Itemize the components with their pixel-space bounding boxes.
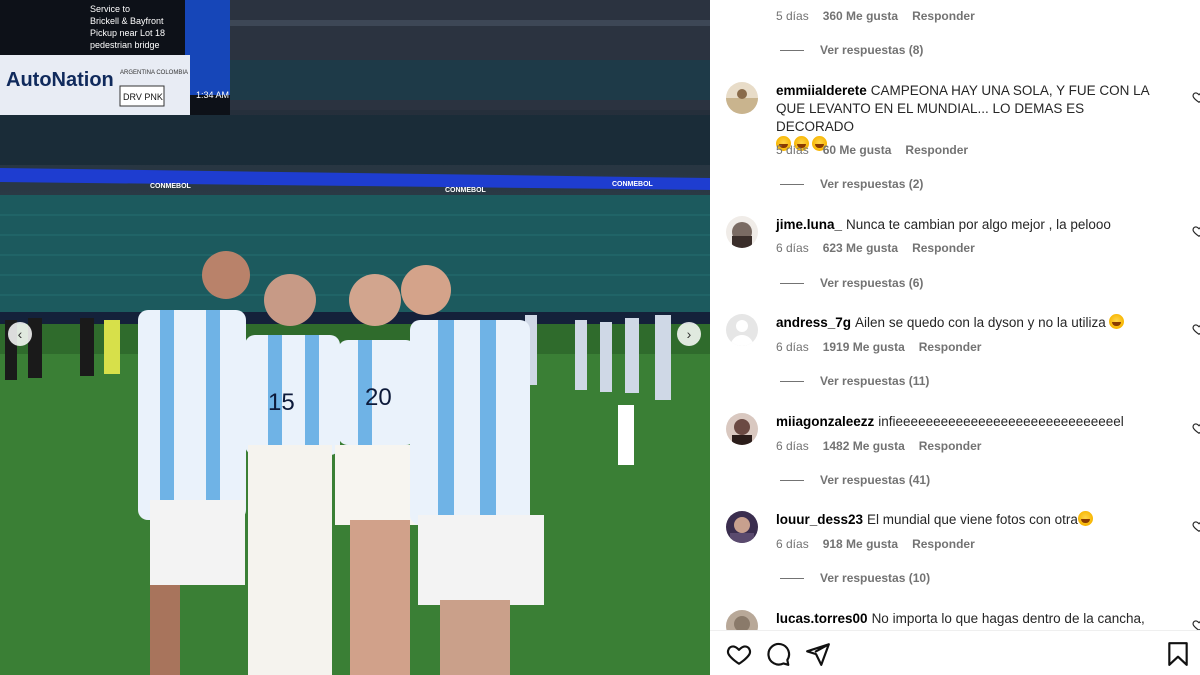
view-replies-label: Ver respuestas (11) xyxy=(820,374,930,388)
view-replies-button[interactable]: Ver respuestas (41) xyxy=(780,473,930,487)
comment-likes[interactable]: 1482 Me gusta xyxy=(823,439,905,453)
bookmark-icon[interactable] xyxy=(1165,641,1191,667)
comment-text: Nunca te cambian por algo mejor , la pel… xyxy=(846,217,1111,232)
like-heart-icon[interactable] xyxy=(1192,421,1200,435)
replies-line xyxy=(780,183,804,185)
scoreboard-line-3: Pickup near Lot 18 xyxy=(90,28,165,38)
laughing-emoji-icon xyxy=(1077,511,1093,526)
replies-line xyxy=(780,380,804,382)
comment-likes[interactable]: 1919 Me gusta xyxy=(823,340,905,354)
like-heart-icon[interactable] xyxy=(1192,519,1200,533)
comment-likes[interactable]: 360 Me gusta xyxy=(823,9,898,23)
post-photo[interactable]: AutoNation Service to Brickell & Bayfron… xyxy=(0,0,710,675)
comment-meta: 6 días 1482 Me gusta Responder xyxy=(776,439,995,453)
comment-username[interactable]: andress_7g xyxy=(776,315,851,330)
like-heart-icon[interactable] xyxy=(1192,224,1200,238)
comment-meta: 6 días 623 Me gusta Responder xyxy=(776,241,989,255)
reply-button[interactable]: Responder xyxy=(919,439,982,453)
reply-button[interactable]: Responder xyxy=(912,9,975,23)
comment-username[interactable]: louur_dess23 xyxy=(776,512,863,527)
view-replies-label: Ver respuestas (2) xyxy=(820,177,924,191)
view-replies-label: Ver respuestas (10) xyxy=(820,571,931,585)
comment-text: No importa lo que hagas dentro de la can… xyxy=(871,611,1145,626)
ribbon-text-2: CONMEBOL xyxy=(445,187,487,194)
comment-time: 6 días xyxy=(776,340,809,354)
reply-button[interactable]: Responder xyxy=(912,537,975,551)
scoreboard-line-4: pedestrian bridge xyxy=(90,40,160,50)
comment-time: 5 días xyxy=(776,143,809,157)
ribbon-text-1: CONMEBOL xyxy=(150,183,192,190)
scoreboard-brand: AutoNation xyxy=(6,69,114,91)
comment-time: 6 días xyxy=(776,439,809,453)
stadium-scene: AutoNation Service to Brickell & Bayfron… xyxy=(0,0,710,675)
jersey-number-1: 15 xyxy=(268,389,295,416)
comment-username[interactable]: lucas.torres00 xyxy=(776,611,868,626)
comment-text: infieeeeeeeeeeeeeeeeeeeeeeeeeeeeeel xyxy=(878,414,1124,429)
like-heart-icon[interactable] xyxy=(1192,90,1200,104)
comment-text: El mundial que viene fotos con otra xyxy=(867,512,1078,527)
avatar[interactable] xyxy=(726,511,758,543)
post-actions-bar xyxy=(710,630,1200,675)
comment-username[interactable]: jime.luna_ xyxy=(776,217,842,232)
comment-likes[interactable]: 918 Me gusta xyxy=(823,537,898,551)
comment-likes[interactable]: 60 Me gusta xyxy=(823,143,892,157)
chevron-left-icon: ‹ xyxy=(17,326,23,342)
comment-username[interactable]: emmiialderete xyxy=(776,83,867,98)
comment-meta: 5 días 60 Me gusta Responder xyxy=(776,143,982,157)
like-heart-icon[interactable] xyxy=(1192,322,1200,336)
share-icon[interactable] xyxy=(805,641,831,667)
view-replies-button[interactable]: Ver respuestas (6) xyxy=(780,276,923,290)
view-replies-button[interactable]: Ver respuestas (11) xyxy=(780,374,929,388)
scoreboard-match: ARGENTINA COLOMBIA xyxy=(120,70,188,76)
laughing-emoji-icon xyxy=(1109,314,1125,329)
chevron-right-icon: › xyxy=(686,326,692,342)
comments-list[interactable]: 5 días 360 Me gusta Responder Ver respue… xyxy=(710,0,1200,630)
scoreboard-line-1: Service to xyxy=(90,4,130,14)
reply-button[interactable]: Responder xyxy=(919,340,982,354)
view-replies-button[interactable]: Ver respuestas (8) xyxy=(780,43,923,57)
heart-icon[interactable] xyxy=(726,641,752,667)
avatar[interactable] xyxy=(726,610,758,630)
comment-time: 5 días xyxy=(776,9,809,23)
scoreboard-drv: DRV PNK xyxy=(123,92,163,102)
comment-icon[interactable] xyxy=(765,641,791,667)
jersey-number-2: 20 xyxy=(365,384,392,411)
comment-time: 6 días xyxy=(776,241,809,255)
scoreboard-line-2: Brickell & Bayfront xyxy=(90,16,164,26)
comment-meta: 6 días 918 Me gusta Responder xyxy=(776,537,989,551)
replies-line xyxy=(780,282,804,284)
reply-button[interactable]: Responder xyxy=(912,241,975,255)
next-photo-button[interactable]: › xyxy=(677,322,701,346)
view-replies-label: Ver respuestas (6) xyxy=(820,276,924,290)
reply-button[interactable]: Responder xyxy=(905,143,968,157)
view-replies-label: Ver respuestas (8) xyxy=(820,43,924,57)
replies-line xyxy=(780,479,804,481)
like-heart-icon[interactable] xyxy=(1192,618,1200,630)
avatar[interactable] xyxy=(726,216,758,248)
view-replies-button[interactable]: Ver respuestas (2) xyxy=(780,177,923,191)
view-replies-button[interactable]: Ver respuestas (10) xyxy=(780,571,930,585)
avatar[interactable] xyxy=(726,314,758,346)
replies-line xyxy=(780,577,804,579)
ribbon-text-3: CONMEBOL xyxy=(612,181,654,188)
comment-username[interactable]: miiagonzaleezz xyxy=(776,414,874,429)
replies-line xyxy=(780,49,804,51)
comments-panel: 5 días 360 Me gusta Responder Ver respue… xyxy=(710,0,1200,675)
avatar[interactable] xyxy=(726,82,758,114)
comment-meta: 6 días 1919 Me gusta Responder xyxy=(776,340,995,354)
scoreboard-time: 1:34 AM xyxy=(196,90,229,100)
comment-text: Ailen se quedo con la dyson y no la util… xyxy=(855,315,1106,330)
comment-meta: 5 días 360 Me gusta Responder xyxy=(776,9,989,23)
comment-time: 6 días xyxy=(776,537,809,551)
comment-likes[interactable]: 623 Me gusta xyxy=(823,241,898,255)
avatar[interactable] xyxy=(726,413,758,445)
view-replies-label: Ver respuestas (41) xyxy=(820,473,931,487)
prev-photo-button[interactable]: ‹ xyxy=(8,322,32,346)
